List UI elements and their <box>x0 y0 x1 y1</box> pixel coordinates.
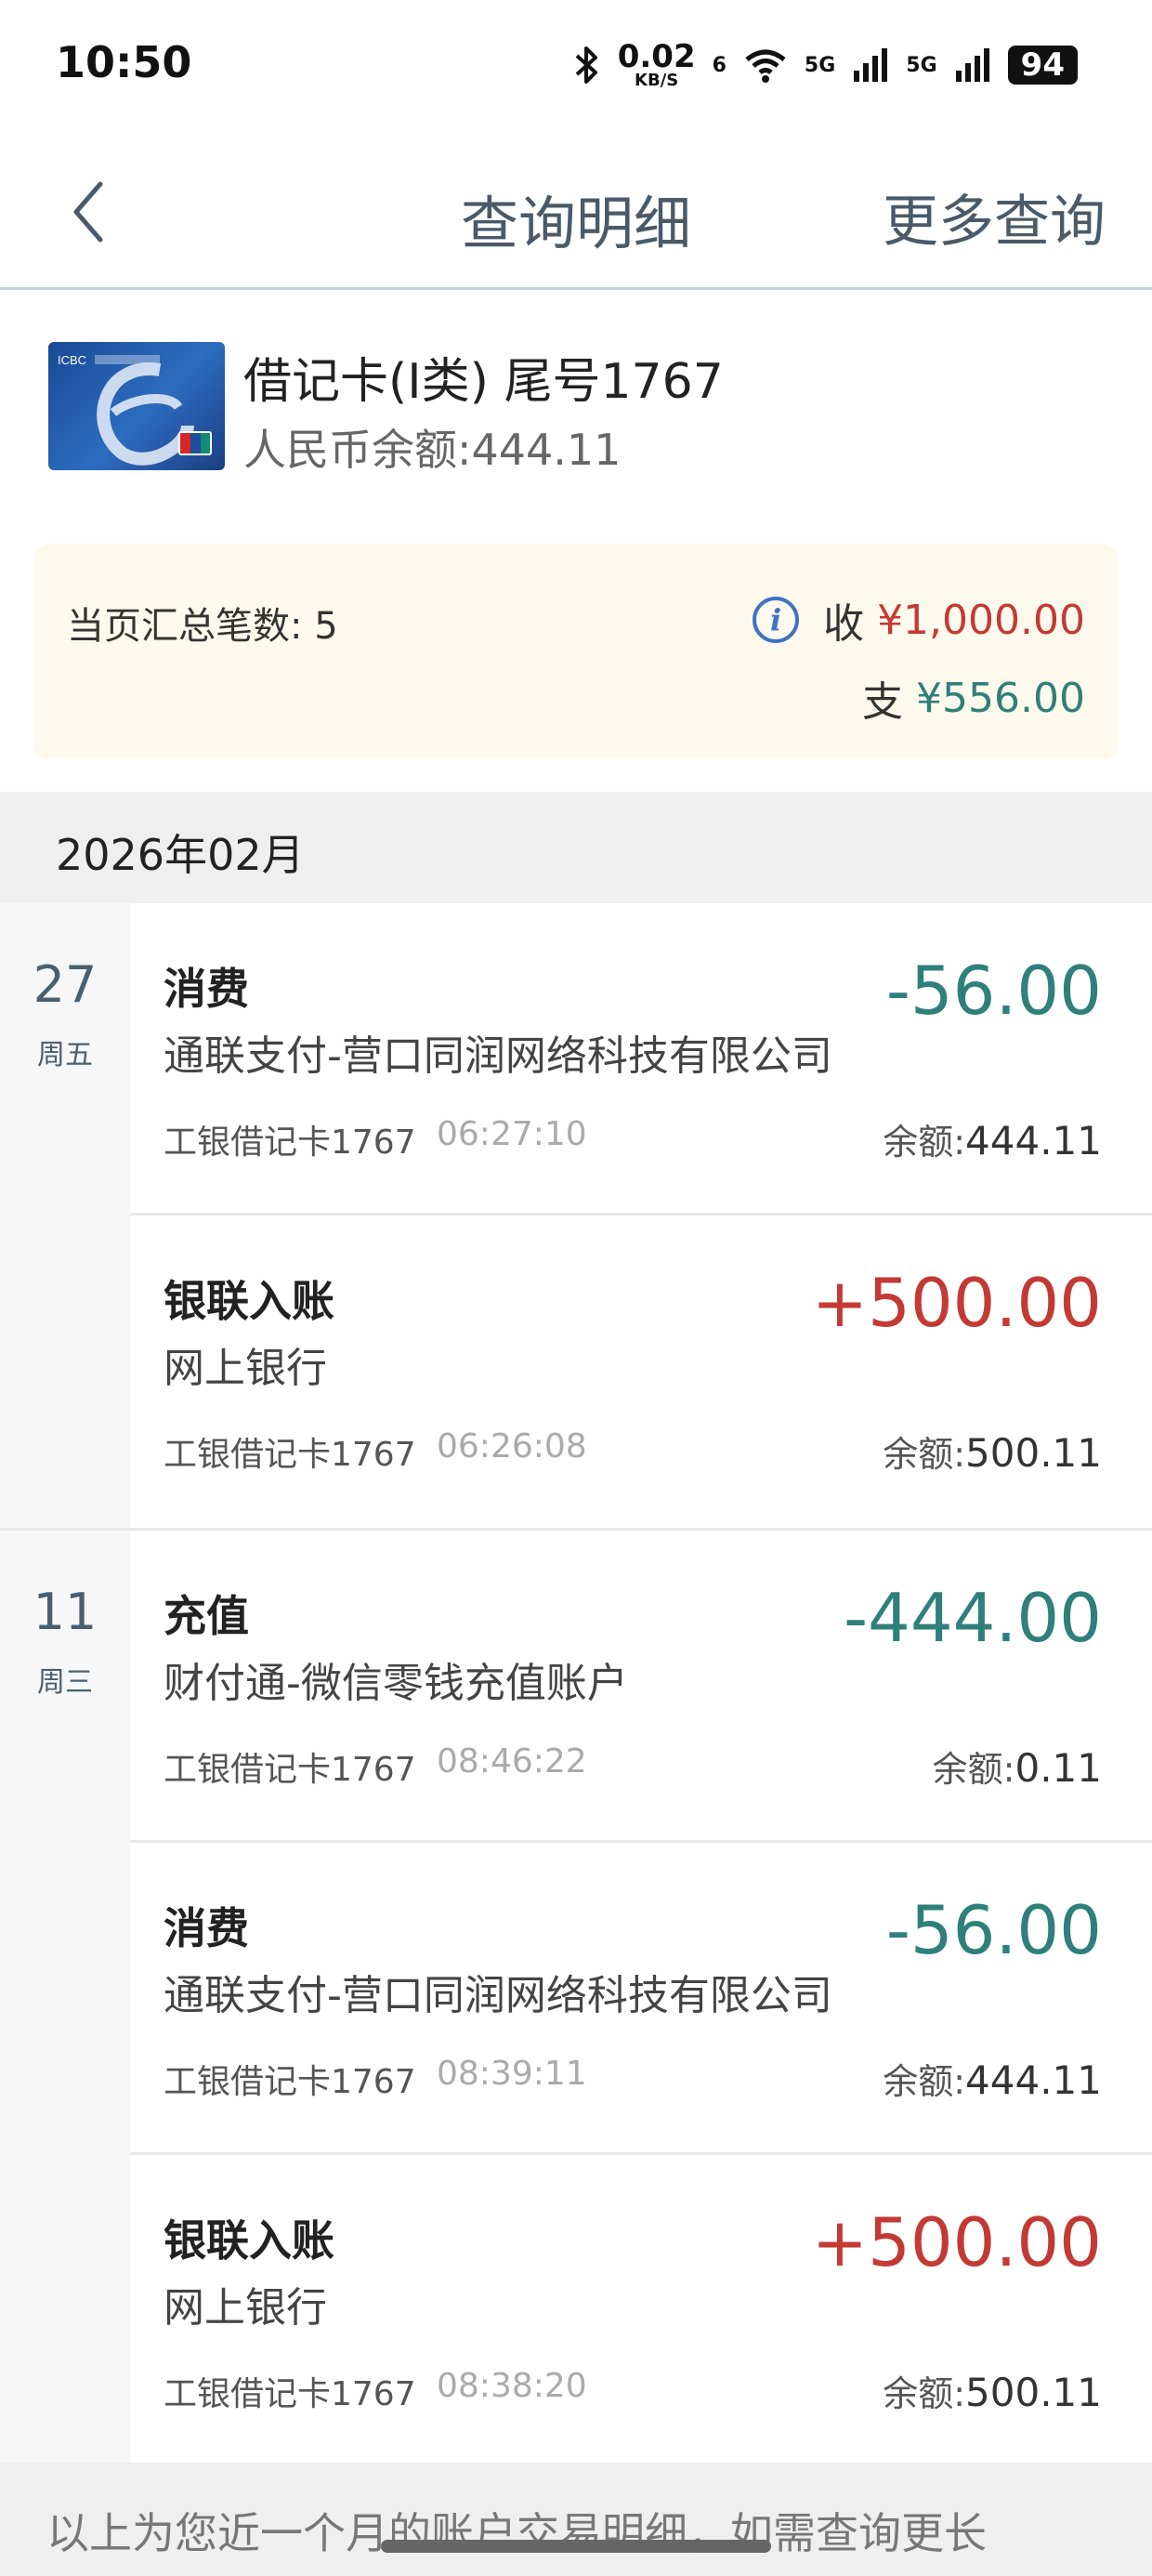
transaction-time: 08:46:22 <box>437 1742 587 1781</box>
signal-icon <box>955 48 989 82</box>
date-column <box>0 1843 130 2155</box>
transaction-amount: -56.00 <box>885 952 1102 1030</box>
nav-bar: 查询明细 更多查询 <box>0 139 1152 290</box>
list-item[interactable]: 银联入账 网上银行 工银借记卡1767 08:38:20 +500.00 余额:… <box>0 2155 1152 2467</box>
transaction-body: 消费 通联支付-营口同润网络科技有限公司 工银借记卡1767 08:39:11 … <box>130 1843 1152 2155</box>
card-balance: 人民币余额:444.11 <box>243 425 622 475</box>
expense-value: ¥556.00 <box>916 674 1085 722</box>
transaction-amount: -56.00 <box>885 1891 1102 1969</box>
transaction-type: 充值 <box>164 1591 249 1641</box>
page-summary: 当页汇总笔数: 5 i 收 ¥1,000.00 支 ¥556.00 <box>33 544 1119 759</box>
account-header: ICBC 借记卡(I类) 尾号1767 人民币余额:444.11 <box>48 342 1107 475</box>
transaction-body: 银联入账 网上银行 工银借记卡1767 06:26:08 +500.00 余额:… <box>130 1216 1152 1528</box>
transaction-balance: 余额:444.11 <box>883 2057 1102 2103</box>
summary-income: i 收 ¥1,000.00 <box>753 590 1085 650</box>
status-icons: 0.02 KB/S 6 5G 5G 94 <box>573 41 1078 89</box>
transaction-card: 工银借记卡1767 <box>164 2375 416 2413</box>
day-number: 11 <box>33 1583 98 1641</box>
weekday: 周五 <box>37 1039 93 1071</box>
list-item[interactable]: 消费 通联支付-营口同润网络科技有限公司 工银借记卡1767 08:39:11 … <box>0 1843 1152 2155</box>
card-image: ICBC <box>48 342 225 470</box>
transaction-card: 工银借记卡1767 <box>164 2063 416 2101</box>
network-type-2: 5G <box>906 53 937 77</box>
network-speed: 0.02 KB/S <box>617 38 696 90</box>
status-time: 10:50 <box>56 37 192 87</box>
transaction-time: 08:38:20 <box>437 2367 587 2405</box>
footer-note: 以上为您近一个月的账户交易明细，如需查询更长 <box>0 2463 1152 2576</box>
date-column: 11 周三 <box>0 1531 130 1843</box>
list-item[interactable]: 27 周五 消费 通联支付-营口同润网络科技有限公司 工银借记卡1767 06:… <box>0 903 1152 1216</box>
info-icon[interactable]: i <box>753 597 800 643</box>
transaction-desc: 网上银行 <box>164 2284 327 2332</box>
transaction-amount: +500.00 <box>811 1264 1102 1342</box>
transaction-balance: 余额:500.11 <box>883 1430 1102 1476</box>
transaction-desc: 通联支付-营口同润网络科技有限公司 <box>164 1972 832 2019</box>
more-query-button[interactable]: 更多查询 <box>883 177 1106 257</box>
transaction-desc: 通联支付-营口同润网络科技有限公司 <box>164 1032 832 1080</box>
bluetooth-icon <box>575 46 597 84</box>
transaction-type: 消费 <box>164 1903 249 1953</box>
transaction-balance: 余额:0.11 <box>932 1745 1102 1791</box>
transaction-card: 工银借记卡1767 <box>164 1124 416 1162</box>
income-value: ¥1,000.00 <box>877 596 1085 644</box>
transaction-time: 06:26:08 <box>437 1427 587 1465</box>
transaction-card: 工银借记卡1767 <box>164 1436 416 1474</box>
summary-count: 当页汇总笔数: 5 <box>67 605 338 648</box>
svg-text:ICBC: ICBC <box>58 353 86 367</box>
signal-icon <box>854 48 888 82</box>
transaction-type: 银联入账 <box>164 1276 334 1326</box>
transaction-card: 工银借记卡1767 <box>164 1751 416 1789</box>
transaction-amount: +500.00 <box>811 2203 1102 2281</box>
transaction-type: 银联入账 <box>164 2215 334 2266</box>
wifi-icon <box>745 49 786 83</box>
expense-label: 支 <box>862 678 904 726</box>
date-column <box>0 2155 130 2467</box>
transaction-balance: 余额:500.11 <box>883 2370 1102 2415</box>
transaction-type: 消费 <box>164 964 249 1014</box>
month-header: 2026年02月 <box>0 792 1152 903</box>
status-bar: 10:50 0.02 KB/S 6 5G 5G 94 <box>0 0 1152 139</box>
home-indicator[interactable] <box>381 2540 771 2553</box>
network-type-1: 5G <box>804 53 836 77</box>
transaction-balance: 余额:444.11 <box>883 1118 1102 1163</box>
income-label: 收 <box>823 600 865 648</box>
card-name: 借记卡(I类) 尾号1767 <box>243 354 724 410</box>
battery-icon: 94 <box>1007 46 1078 85</box>
date-column: 27 周五 <box>0 903 130 1216</box>
transaction-desc: 网上银行 <box>164 1345 327 1392</box>
transaction-body: 银联入账 网上银行 工银借记卡1767 08:38:20 +500.00 余额:… <box>130 2155 1152 2467</box>
transaction-body: 充值 财付通-微信零钱充值账户 工银借记卡1767 08:46:22 -444.… <box>130 1531 1152 1843</box>
day-number: 27 <box>33 955 98 1014</box>
weekday: 周三 <box>37 1666 93 1699</box>
list-item[interactable]: 11 周三 充值 财付通-微信零钱充值账户 工银借记卡1767 08:46:22… <box>0 1531 1152 1843</box>
transaction-time: 08:39:11 <box>437 2055 587 2093</box>
wifi-label: 6 <box>712 53 727 77</box>
transaction-time: 06:27:10 <box>437 1115 587 1153</box>
date-column <box>0 1216 130 1528</box>
list-item[interactable]: 银联入账 网上银行 工银借记卡1767 06:26:08 +500.00 余额:… <box>0 1216 1152 1528</box>
transaction-amount: -444.00 <box>844 1579 1102 1657</box>
transaction-desc: 财付通-微信零钱充值账户 <box>164 1660 628 1707</box>
icbc-card-icon: ICBC <box>58 353 212 466</box>
summary-expense: 支 ¥556.00 <box>862 668 1085 728</box>
transaction-body: 消费 通联支付-营口同润网络科技有限公司 工银借记卡1767 06:27:10 … <box>130 903 1152 1216</box>
month-label: 2026年02月 <box>56 830 305 880</box>
